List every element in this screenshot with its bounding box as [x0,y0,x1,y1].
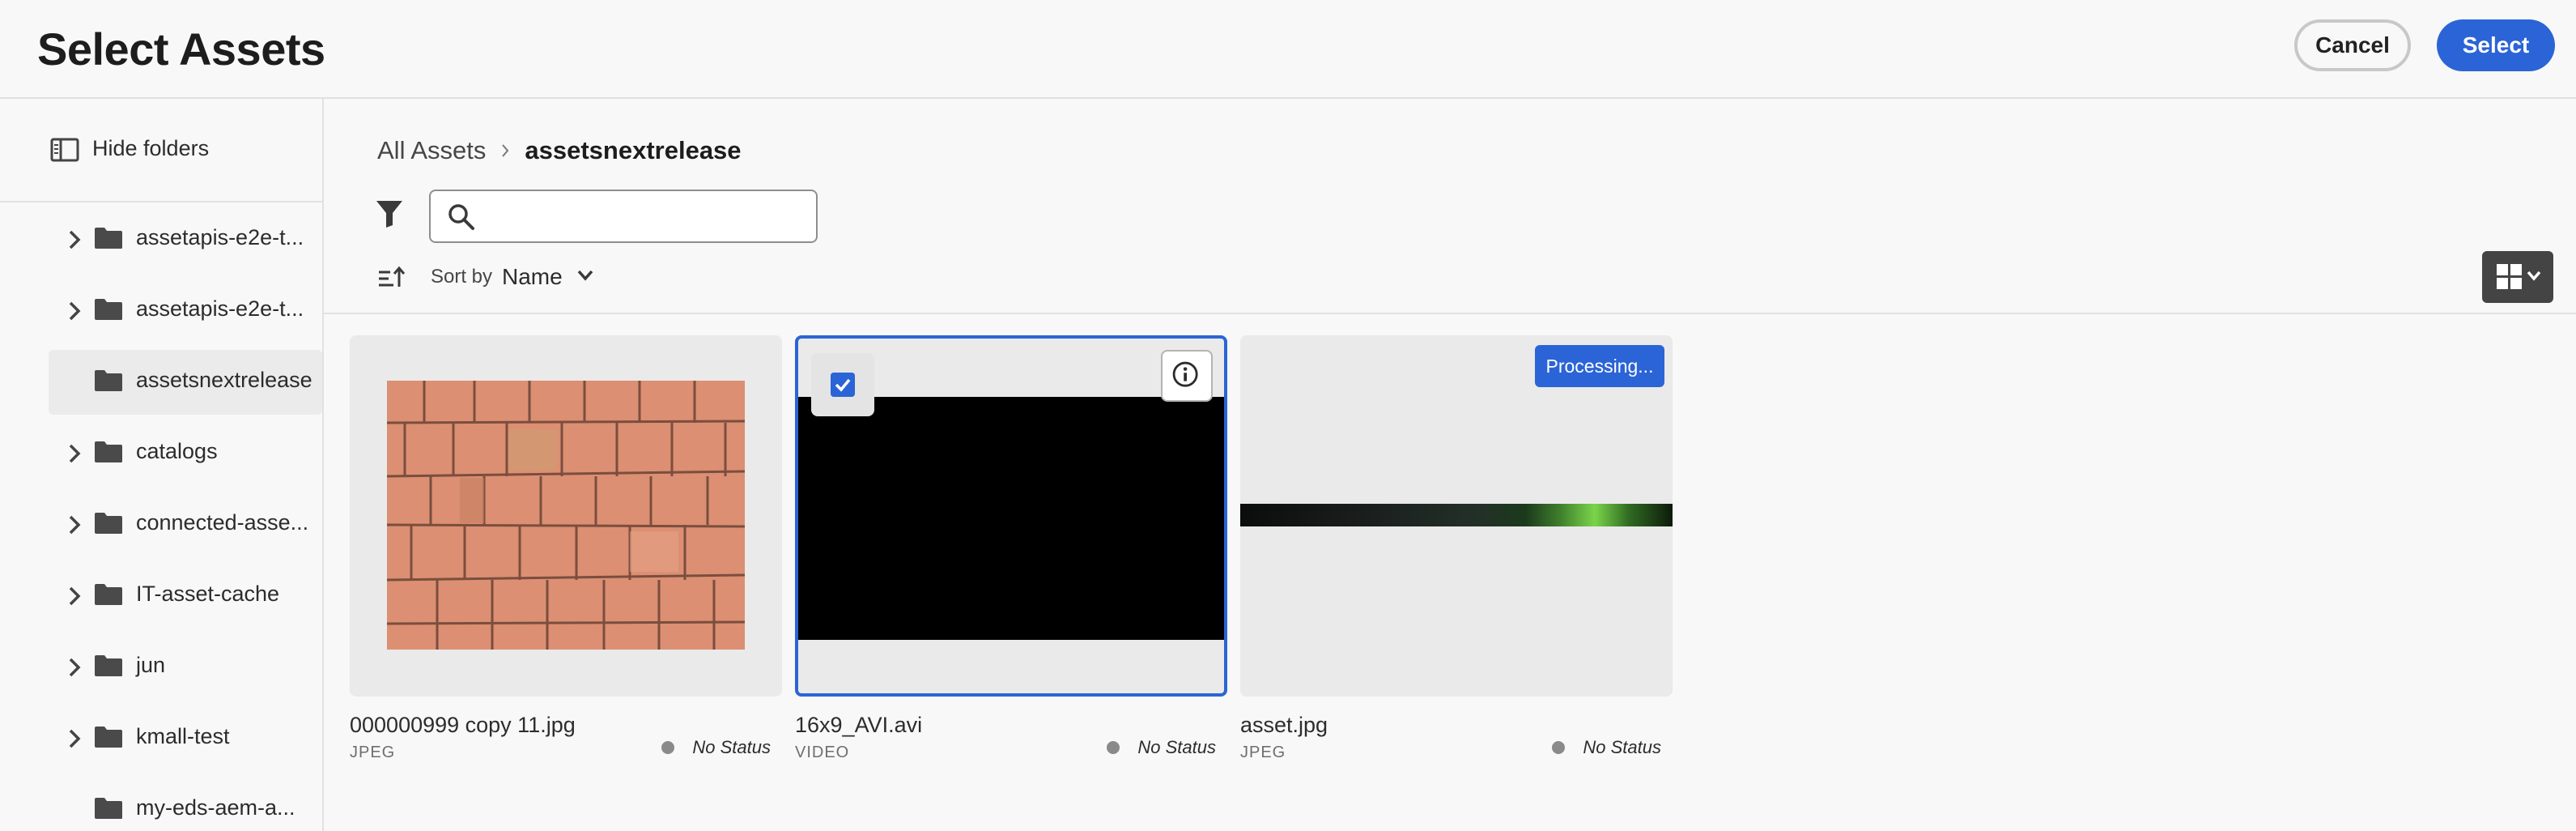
chevron-right-icon[interactable] [66,585,83,607]
folder-icon [95,513,122,534]
sort-by-label: Sort by [431,266,493,288]
folder-label: assetsnextrelease [136,368,312,392]
search-field[interactable] [429,190,818,243]
folder-icon [95,441,122,462]
select-button[interactable]: Select [2437,19,2555,71]
folder-icon [95,299,122,320]
folder-item[interactable]: kmall-test [49,706,322,771]
sort-order-icon[interactable] [377,264,405,292]
folder-label: connected-asse... [136,510,309,535]
folder-item[interactable]: assetapis-e2e-t... [49,279,322,343]
chevron-right-icon[interactable] [66,727,83,750]
panel-icon [50,138,79,162]
folder-label: jun [136,653,166,677]
asset-card[interactable]: Processing... asset.jpg JPEG No Status [1240,335,1673,761]
asset-name: 16x9_AVI.avi [795,713,923,737]
status-text: No Status [1137,737,1216,757]
folder-label: assetapis-e2e-t... [136,296,304,321]
folder-label: assetapis-e2e-t... [136,225,304,249]
chevron-right-icon[interactable] [66,514,83,536]
folder-item[interactable]: IT-asset-cache [49,564,322,629]
dialog-header: Select Assets Cancel Select [0,0,2576,99]
folder-icon [95,228,122,249]
status-text: No Status [692,737,771,757]
asset-status: No Status [1107,737,1216,758]
asset-thumbnail[interactable] [795,335,1227,697]
brick-image [387,381,745,650]
cancel-button[interactable]: Cancel [2294,19,2411,71]
folder-icon [95,584,122,605]
folder-item[interactable]: catalogs [49,421,322,486]
asset-card[interactable]: 000000999 copy 11.jpg JPEG No Status [350,335,782,761]
asset-card-selected[interactable]: 16x9_AVI.avi VIDEO No Status [795,335,1227,761]
folder-label: catalogs [136,439,218,463]
hide-folders-label: Hide folders [92,136,210,160]
folder-label: my-eds-aem-a... [136,795,295,820]
chevron-right-icon[interactable] [66,442,83,465]
video-thumbnail [798,397,1224,640]
folder-icon [95,798,122,819]
sort-by-value[interactable]: Name [502,264,563,290]
breadcrumb: All Assets assetsnextrelease [377,136,742,165]
breadcrumb-current: assetsnextrelease [525,136,742,164]
info-button[interactable] [1161,350,1213,402]
asset-type: JPEG [1240,744,1286,761]
filter-icon[interactable] [376,199,403,228]
info-icon [1172,361,1198,387]
processing-badge: Processing... [1535,345,1664,387]
image-strip [1240,504,1673,526]
folder-item[interactable]: jun [49,635,322,700]
folder-item[interactable]: connected-asse... [49,492,322,557]
page-title: Select Assets [37,23,325,75]
chevron-down-icon[interactable] [576,269,594,282]
asset-status: No Status [661,737,771,758]
status-dot-icon [661,741,675,754]
folder-sidebar: Hide folders assetapis-e2e-t... assetapi… [0,99,324,831]
folder-label: IT-asset-cache [136,582,280,606]
asset-thumbnail[interactable]: Processing... [1240,335,1673,697]
folder-item[interactable]: my-eds-aem-a... [49,778,322,831]
folder-item[interactable]: assetapis-e2e-t... [49,207,322,272]
folder-label: kmall-test [136,724,230,748]
status-dot-icon [1552,741,1566,754]
status-dot-icon [1107,741,1120,754]
chevron-right-icon[interactable] [66,300,83,322]
chevron-right-icon[interactable] [66,228,83,251]
toolbar-divider [324,313,2576,314]
asset-status: No Status [1552,737,1661,758]
hide-folders-toggle[interactable]: Hide folders [0,99,322,202]
view-mode-button[interactable] [2482,251,2553,303]
asset-name: asset.jpg [1240,713,1328,737]
folder-icon [95,727,122,748]
checkmark-icon [831,373,855,397]
select-checkbox[interactable] [811,353,874,416]
folder-icon [95,370,122,391]
chevron-right-icon [502,144,509,157]
folder-icon [95,655,122,676]
asset-name: 000000999 copy 11.jpg [350,713,576,737]
folder-item-selected[interactable]: assetsnextrelease [49,350,322,415]
grid-view-icon [2497,264,2541,289]
breadcrumb-root[interactable]: All Assets [377,136,486,165]
asset-thumbnail[interactable] [350,335,782,697]
status-text: No Status [1583,737,1661,757]
chevron-right-icon[interactable] [66,656,83,679]
asset-type: JPEG [350,744,396,761]
search-icon [448,204,474,230]
search-input[interactable] [487,199,803,235]
asset-type: VIDEO [795,744,850,761]
